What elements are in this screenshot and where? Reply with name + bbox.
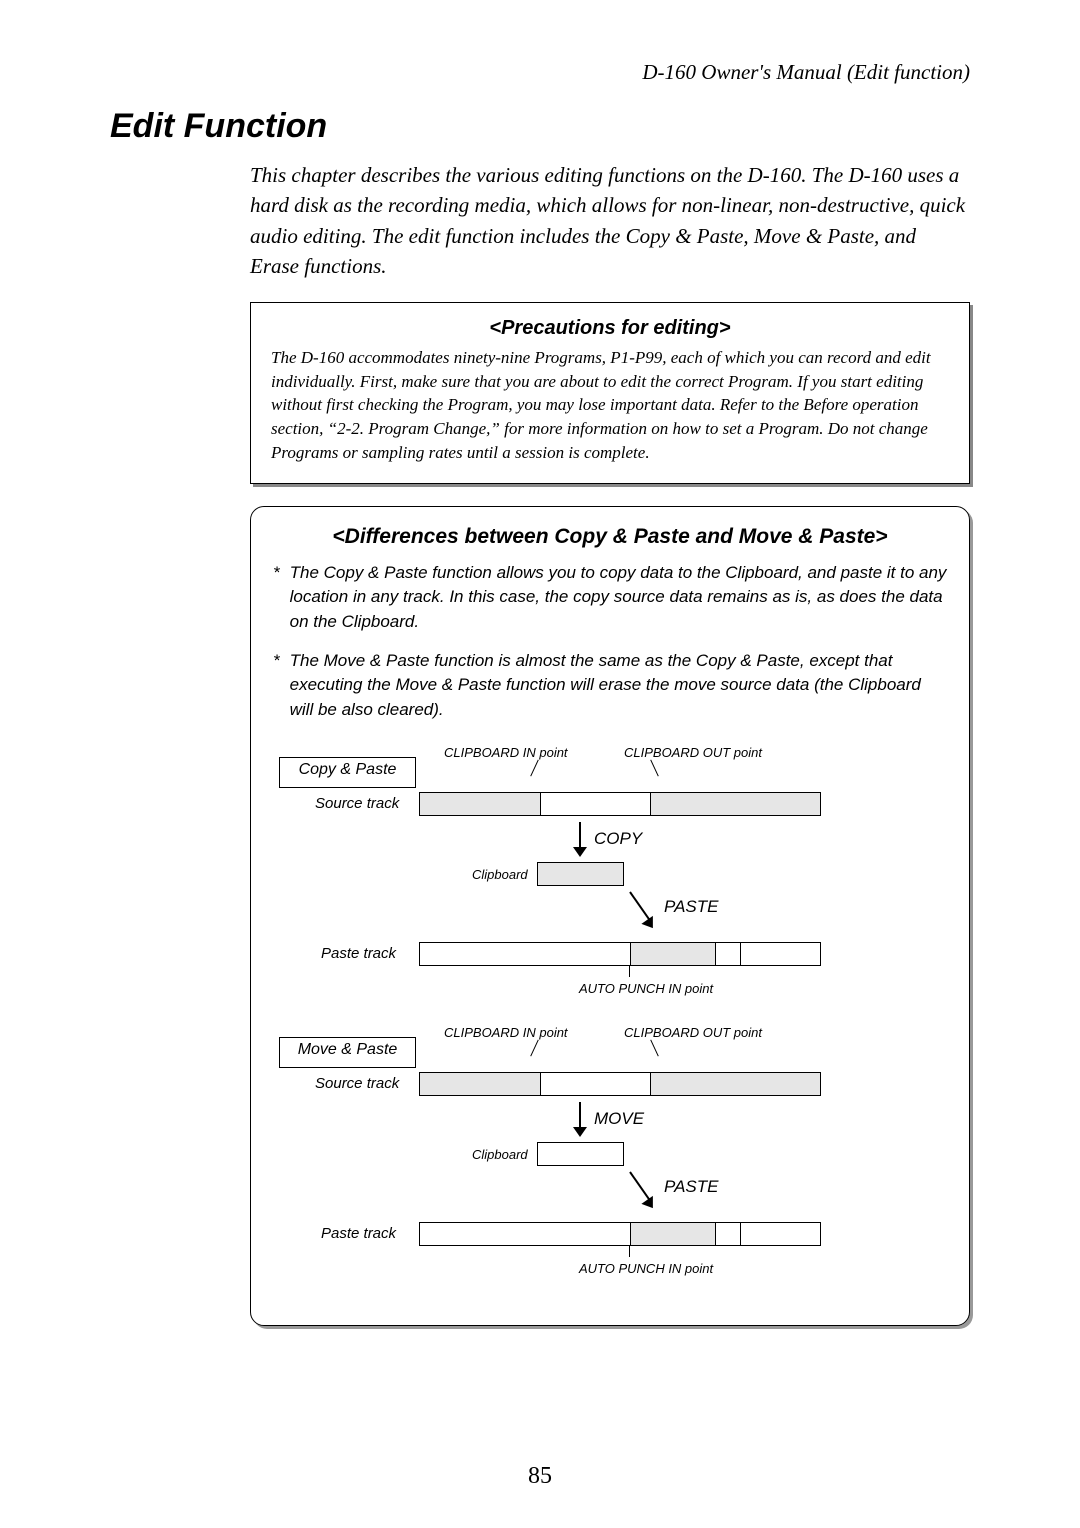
clipboard-label: Clipboard xyxy=(472,1147,528,1162)
auto-punch-label: AUTO PUNCH IN point xyxy=(579,1261,713,1276)
differences-title: <Differences between Copy & Paste and Mo… xyxy=(273,525,947,549)
bullet-text: The Move & Paste function is almost the … xyxy=(290,649,947,723)
clipboard-label: Clipboard xyxy=(472,867,528,882)
diagram-title-label: Move & Paste xyxy=(298,1041,398,1058)
move-label: MOVE xyxy=(594,1109,644,1129)
arrow-down-icon xyxy=(641,1195,658,1211)
differences-box: <Differences between Copy & Paste and Mo… xyxy=(250,506,970,1326)
paste-track-label: Paste track xyxy=(321,945,396,962)
paste-label: PASTE xyxy=(664,897,718,917)
precautions-title: <Precautions for editing> xyxy=(271,317,949,340)
clip-in-label: CLIPBOARD IN point xyxy=(444,1025,568,1040)
arrow-down-icon xyxy=(641,915,658,931)
precautions-box: <Precautions for editing> The D-160 acco… xyxy=(250,302,970,484)
diagram-title-label: Copy & Paste xyxy=(299,761,397,778)
running-header: D-160 Owner's Manual (Edit function) xyxy=(110,60,970,85)
paste-label: PASTE xyxy=(664,1177,718,1197)
paste-track-label: Paste track xyxy=(321,1225,396,1242)
bullet-copy-paste: * The Copy & Paste function allows you t… xyxy=(273,561,947,635)
bullet-move-paste: * The Move & Paste function is almost th… xyxy=(273,649,947,723)
bullet-text: The Copy & Paste function allows you to … xyxy=(290,561,947,635)
source-track-label: Source track xyxy=(315,795,399,812)
diagram-move-paste: Move & Paste CLIPBOARD IN point CLIPBOAR… xyxy=(269,1017,947,1297)
source-track-label: Source track xyxy=(315,1075,399,1092)
arrow-down-icon xyxy=(573,1127,587,1137)
clip-out-label: CLIPBOARD OUT point xyxy=(624,745,762,760)
auto-punch-label: AUTO PUNCH IN point xyxy=(579,981,713,996)
clip-in-label: CLIPBOARD IN point xyxy=(444,745,568,760)
intro-paragraph: This chapter describes the various editi… xyxy=(250,160,970,282)
arrow-down-icon xyxy=(573,847,587,857)
page-number: 85 xyxy=(0,1463,1080,1490)
precautions-body: The D-160 accommodates ninety-nine Progr… xyxy=(271,346,949,465)
clip-out-label: CLIPBOARD OUT point xyxy=(624,1025,762,1040)
asterisk-icon: * xyxy=(273,561,280,635)
asterisk-icon: * xyxy=(273,649,280,723)
diagram-copy-paste: Copy & Paste CLIPBOARD IN point CLIPBOAR… xyxy=(269,737,947,1017)
chapter-title: Edit Function xyxy=(110,107,970,146)
copy-label: COPY xyxy=(594,829,642,849)
